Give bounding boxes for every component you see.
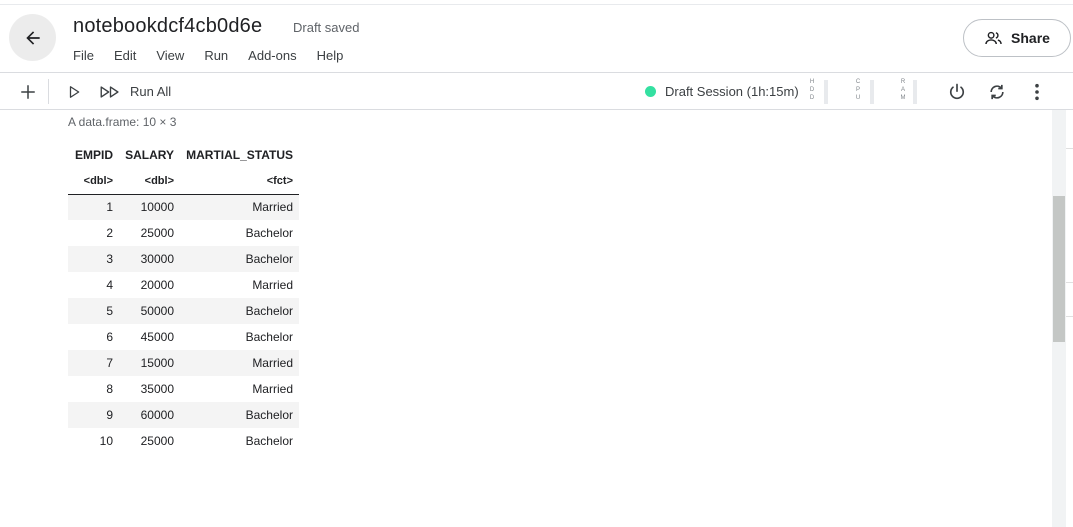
cell-empid: 7	[68, 350, 119, 376]
notebook-header: notebookdcf4cb0d6e Draft saved File Edit…	[0, 0, 1073, 73]
column-header-salary: SALARY	[125, 148, 174, 162]
table-row: 3 30000 Bachelor	[68, 246, 299, 272]
cpu-meter[interactable]: C P U	[854, 78, 876, 105]
hdd-meter-label: H D D	[809, 79, 815, 101]
more-options-button[interactable]	[1027, 73, 1047, 110]
cell-empid: 2	[106, 226, 113, 240]
cell-status: Married	[180, 194, 299, 220]
notebook-toolbar: Run All Draft Session (1h:15m) H D D C P…	[0, 73, 1073, 110]
run-cell-button[interactable]	[64, 73, 84, 110]
ram-meter-bar	[913, 80, 917, 104]
table-header-row: EMPID SALARY MARTIAL_STATUS	[68, 142, 299, 168]
dataframe-caption: A data.frame: 10 × 3	[68, 115, 177, 129]
side-panel-divider	[1066, 148, 1073, 149]
table-row: 8 35000 Married	[68, 376, 299, 402]
run-all-label[interactable]: Run All	[130, 84, 171, 99]
cell-empid: 6	[106, 330, 113, 344]
people-icon	[985, 31, 1002, 44]
refresh-icon	[990, 84, 1004, 99]
menu-help[interactable]: Help	[317, 48, 344, 63]
cell-empid: 9	[68, 402, 119, 428]
dataframe-table: EMPID SALARY MARTIAL_STATUS <dbl> <dbl> …	[68, 142, 299, 454]
cell-status: Bachelor	[180, 402, 299, 428]
menu-add-ons[interactable]: Add-ons	[248, 48, 296, 63]
table-type-row: <dbl> <dbl> <fct>	[68, 168, 299, 195]
cell-output: A data.frame: 10 × 3 EMPID SALARY MARTIA…	[0, 110, 1073, 527]
side-panel-divider	[1066, 282, 1073, 283]
cell-status: Bachelor	[180, 298, 299, 324]
table-row: 6 45000 Bachelor	[68, 324, 299, 350]
power-button[interactable]	[945, 73, 969, 110]
table-row: 2 25000 Bachelor	[68, 220, 299, 246]
menu-file[interactable]: File	[73, 48, 94, 63]
cell-empid: 8	[106, 382, 113, 396]
hdd-meter-bar	[824, 80, 828, 104]
table-row: 7 15000 Married	[68, 350, 299, 376]
cell-salary: 25000	[140, 226, 174, 240]
cell-empid: 3	[68, 246, 119, 272]
cell-salary: 25000	[140, 434, 174, 448]
table-row: 9 60000 Bachelor	[68, 402, 299, 428]
cell-salary: 45000	[140, 330, 174, 344]
side-panel-divider	[1066, 316, 1073, 317]
cell-status: Bachelor	[245, 330, 293, 344]
ram-meter[interactable]: R A M	[899, 78, 921, 105]
column-header-empid: EMPID	[74, 148, 113, 162]
share-label: Share	[1011, 30, 1050, 46]
run-all-icon	[100, 85, 119, 98]
cell-status: Married	[252, 278, 293, 292]
cell-salary: 15000	[119, 350, 180, 376]
hdd-meter[interactable]: H D D	[808, 78, 830, 105]
cell-salary: 10000	[119, 194, 180, 220]
save-status: Draft saved	[293, 20, 360, 35]
menu-bar: File Edit View Run Add-ons Help	[73, 48, 363, 63]
cell-empid: 1	[68, 194, 119, 220]
cell-salary: 35000	[140, 382, 174, 396]
run-all-button[interactable]	[98, 73, 122, 110]
column-type-salary: <dbl>	[119, 168, 180, 195]
restart-button[interactable]	[985, 73, 1009, 110]
cpu-meter-bar	[870, 80, 874, 104]
back-button[interactable]	[9, 14, 56, 61]
cell-status: Bachelor	[245, 226, 293, 240]
table-row: 1 10000 Married	[68, 194, 299, 220]
table-row: 4 20000 Married	[68, 272, 299, 298]
cell-salary: 30000	[119, 246, 180, 272]
more-vert-icon	[1035, 83, 1039, 100]
cell-empid: 5	[68, 298, 119, 324]
menu-edit[interactable]: Edit	[114, 48, 136, 63]
add-icon	[21, 84, 35, 99]
table-row: 10 25000 Bachelor	[68, 428, 299, 454]
table-row: 5 50000 Bachelor	[68, 298, 299, 324]
run-cell-icon	[69, 85, 80, 98]
cell-status: Bachelor	[180, 246, 299, 272]
cell-salary: 60000	[119, 402, 180, 428]
session-status[interactable]: Draft Session (1h:15m)	[665, 84, 799, 99]
add-cell-button[interactable]	[16, 73, 40, 110]
scrollbar-thumb[interactable]	[1053, 196, 1065, 342]
arrow-back-icon	[25, 30, 40, 45]
column-type-martial-status: <fct>	[180, 168, 299, 195]
cell-status: Married	[252, 382, 293, 396]
ram-meter-label: R A M	[900, 79, 906, 101]
session-status-dot	[645, 86, 656, 97]
cell-status: Married	[180, 350, 299, 376]
cpu-meter-label: C P U	[855, 79, 861, 101]
cell-status: Bachelor	[245, 434, 293, 448]
column-type-empid: <dbl>	[68, 168, 119, 195]
menu-view[interactable]: View	[156, 48, 184, 63]
cell-empid: 10	[99, 434, 113, 448]
toolbar-divider	[48, 79, 49, 104]
cell-salary: 20000	[140, 278, 174, 292]
share-button[interactable]: Share	[963, 19, 1071, 57]
header-top-divider	[0, 4, 1073, 5]
cell-salary: 50000	[119, 298, 180, 324]
power-icon	[949, 83, 965, 99]
notebook-title[interactable]: notebookdcf4cb0d6e	[73, 15, 262, 38]
column-header-martial-status: MARTIAL_STATUS	[186, 148, 293, 162]
cell-empid: 4	[106, 278, 113, 292]
menu-run[interactable]: Run	[204, 48, 228, 63]
